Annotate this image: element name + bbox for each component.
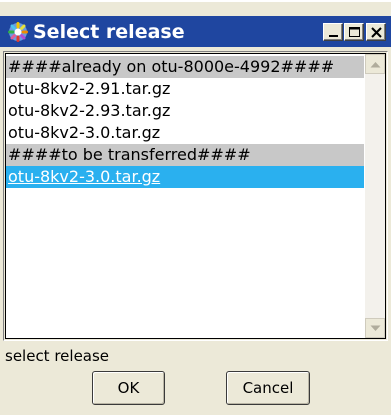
close-button[interactable]	[366, 23, 386, 41]
minimize-icon	[329, 35, 338, 37]
minimize-button[interactable]	[323, 23, 343, 41]
release-list[interactable]: ####already on otu-8000e-4992#### otu-8k…	[5, 53, 386, 339]
ok-button-label: OK	[117, 379, 140, 397]
list-item-selected[interactable]: otu-8kv2-3.0.tar.gz	[6, 166, 364, 188]
list-item[interactable]: otu-8kv2-2.93.tar.gz	[6, 100, 364, 122]
title-bar[interactable]: Select release	[0, 16, 391, 47]
status-label: select release	[5, 347, 110, 365]
release-list-items: ####already on otu-8000e-4992#### otu-8k…	[6, 54, 364, 338]
select-release-dialog: Select release ####already on otu-8000e-…	[0, 2, 391, 415]
maximize-icon	[349, 27, 360, 37]
window-title: Select release	[33, 21, 185, 43]
release-list-frame: ####already on otu-8000e-4992#### otu-8k…	[3, 51, 388, 341]
close-icon	[371, 27, 382, 38]
arrow-down-icon	[370, 325, 381, 331]
cancel-button-label: Cancel	[242, 379, 294, 397]
vertical-scrollbar[interactable]	[365, 54, 385, 338]
cancel-button[interactable]: Cancel	[226, 371, 310, 405]
maximize-button[interactable]	[344, 23, 364, 41]
list-item[interactable]: otu-8kv2-2.91.tar.gz	[6, 78, 364, 100]
scroll-up-button[interactable]	[365, 54, 385, 74]
arrow-up-icon	[370, 62, 381, 68]
list-group-header[interactable]: ####already on otu-8000e-4992####	[6, 56, 364, 78]
scroll-down-button[interactable]	[365, 318, 385, 338]
list-item[interactable]: otu-8kv2-3.0.tar.gz	[6, 122, 364, 144]
ok-button[interactable]: OK	[92, 371, 165, 405]
list-group-header[interactable]: ####to be transferred####	[6, 144, 364, 166]
gear-app-icon	[8, 22, 28, 42]
